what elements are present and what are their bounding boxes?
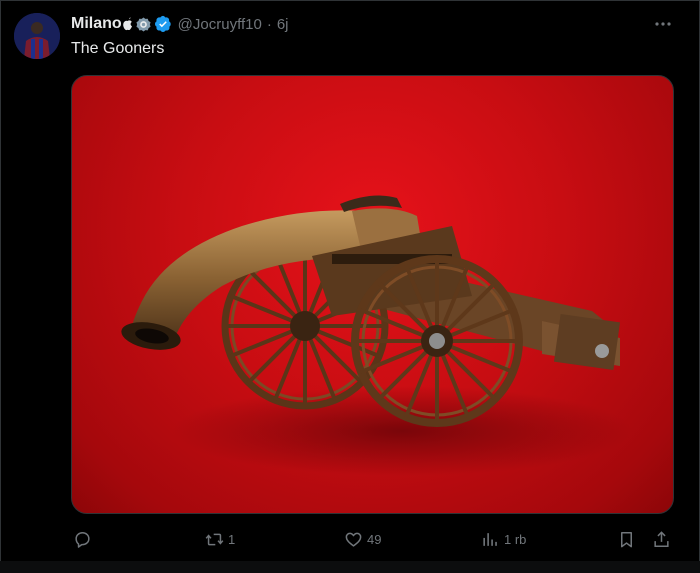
bookmark-icon xyxy=(620,531,633,547)
bottom-divider xyxy=(0,561,700,573)
separator-dot: · xyxy=(266,15,272,33)
apple-icon xyxy=(122,17,132,31)
cannon-image xyxy=(121,195,632,476)
action-bar: 1 49 1 rb xyxy=(71,524,674,554)
tweet-media[interactable] xyxy=(71,75,674,514)
views-icon xyxy=(483,532,497,546)
share-icon xyxy=(654,530,669,547)
bookmark-button[interactable] xyxy=(617,524,636,554)
avatar-image xyxy=(14,13,60,59)
more-button[interactable] xyxy=(652,14,674,34)
affiliate-badge-icon[interactable] xyxy=(136,16,151,32)
retweet-button[interactable]: 1 xyxy=(205,524,235,554)
more-icon xyxy=(655,22,671,26)
reply-button[interactable] xyxy=(73,524,92,554)
reply-icon xyxy=(75,531,90,548)
avatar[interactable] xyxy=(14,13,60,59)
user-handle[interactable]: @Jocruyff10 xyxy=(178,16,262,33)
share-button[interactable] xyxy=(652,524,671,554)
views-count: 1 rb xyxy=(504,531,527,547)
retweet-count: 1 xyxy=(228,531,236,547)
tweet-header: Milano @Jocruyff10 · 6j xyxy=(71,13,289,35)
like-button[interactable]: 49 xyxy=(344,524,381,554)
views-button[interactable]: 1 rb xyxy=(481,524,526,554)
like-count: 49 xyxy=(367,531,382,547)
retweet-icon xyxy=(205,533,224,545)
timestamp[interactable]: 6j xyxy=(277,16,289,33)
display-name[interactable]: Milano xyxy=(71,15,122,33)
tweet-text: The Gooners xyxy=(71,40,165,57)
like-icon xyxy=(345,532,362,547)
verified-badge-icon[interactable] xyxy=(154,15,172,33)
